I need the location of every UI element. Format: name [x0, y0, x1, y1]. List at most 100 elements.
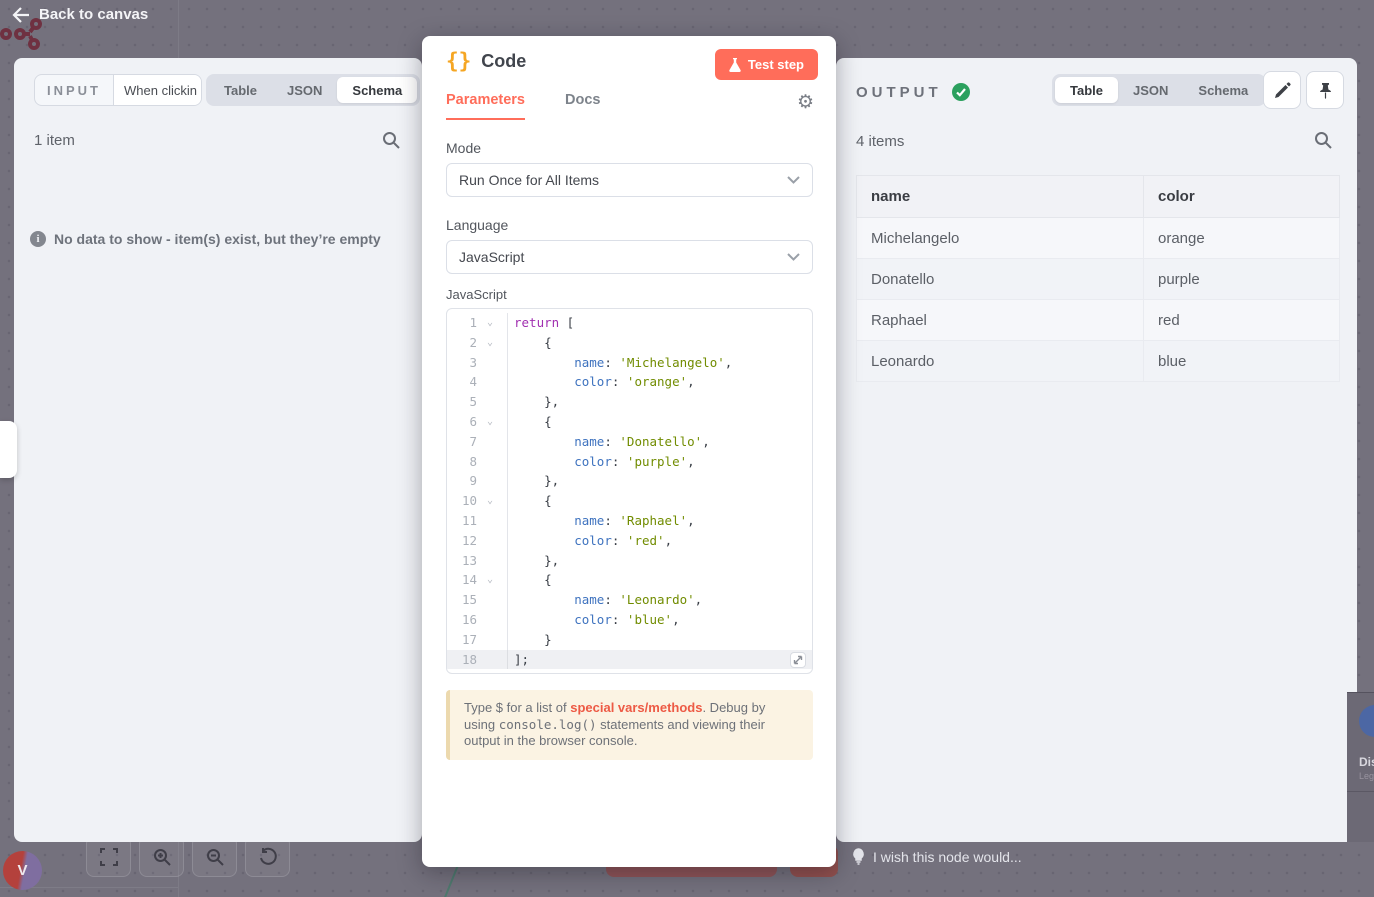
table-header-row: namecolor	[857, 176, 1340, 218]
back-to-canvas-button[interactable]: Back to canvas	[12, 6, 148, 23]
fold-spacer	[477, 432, 503, 452]
language-label: Language	[446, 217, 508, 233]
code-line[interactable]: 14⌄ {	[447, 570, 812, 590]
input-items-count: 1 item	[34, 132, 75, 149]
input-tab-table[interactable]: Table	[209, 77, 272, 103]
table-row: Leonardoblue	[857, 341, 1340, 382]
tab-docs[interactable]: Docs	[565, 92, 600, 120]
code-line[interactable]: 5 },	[447, 392, 812, 412]
modal-tabs: Parameters Docs	[446, 92, 600, 120]
node-title: Code	[481, 51, 526, 72]
code-line[interactable]: 12 color: 'red',	[447, 531, 812, 551]
code-line[interactable]: 3 name: 'Michelangelo',	[447, 353, 812, 373]
code-text: {	[508, 491, 552, 511]
code-text: color: 'purple',	[508, 452, 695, 472]
test-step-button[interactable]: Test step	[715, 49, 818, 80]
code-line[interactable]: 10⌄ {	[447, 491, 812, 511]
code-line[interactable]: 17 }	[447, 630, 812, 650]
dimmed-node-subtitle: Lega	[1359, 771, 1374, 781]
code-text: name: 'Raphael',	[508, 511, 695, 531]
back-to-canvas-label: Back to canvas	[39, 6, 148, 23]
line-number: 9	[447, 471, 477, 491]
code-line[interactable]: 18];	[447, 650, 812, 670]
code-line[interactable]: 6⌄ {	[447, 412, 812, 432]
chevron-down-icon	[787, 253, 800, 261]
line-number: 15	[447, 590, 477, 610]
edit-output-button[interactable]	[1263, 71, 1301, 109]
code-line[interactable]: 1⌄return [	[447, 313, 812, 333]
code-text: return [	[508, 313, 574, 333]
success-check-icon	[952, 83, 970, 101]
fold-chevron-icon[interactable]: ⌄	[477, 491, 503, 511]
fold-chevron-icon[interactable]: ⌄	[477, 570, 503, 590]
hint-code-snippet: console.log()	[499, 717, 597, 732]
input-search-icon[interactable]	[382, 131, 400, 149]
line-number: 16	[447, 610, 477, 630]
table-cell: blue	[1144, 341, 1340, 382]
line-number: 1	[447, 313, 477, 333]
fold-spacer	[477, 452, 503, 472]
output-tab-schema[interactable]: Schema	[1183, 77, 1263, 103]
code-line[interactable]: 15 name: 'Leonardo',	[447, 590, 812, 610]
code-line[interactable]: 9 },	[447, 471, 812, 491]
input-source-node-button[interactable]: When clickin	[113, 75, 201, 105]
chevron-down-icon	[787, 176, 800, 184]
table-row: Raphaelred	[857, 300, 1340, 341]
fold-chevron-icon[interactable]: ⌄	[477, 333, 503, 353]
code-text: {	[508, 570, 552, 590]
editor-resize-handle[interactable]	[790, 652, 806, 668]
fold-chevron-icon[interactable]: ⌄	[477, 412, 503, 432]
output-tab-json[interactable]: JSON	[1118, 77, 1183, 103]
code-line[interactable]: 8 color: 'purple',	[447, 452, 812, 472]
node-feedback-link[interactable]: I wish this node would...	[852, 848, 1022, 865]
tab-parameters[interactable]: Parameters	[446, 92, 525, 120]
code-line[interactable]: 7 name: 'Donatello',	[447, 432, 812, 452]
line-number: 13	[447, 551, 477, 571]
line-number: 18	[447, 650, 477, 670]
code-text: color: 'orange',	[508, 372, 695, 392]
zoom-out-button[interactable]	[192, 836, 237, 877]
code-editor[interactable]: 1⌄return [2⌄ {3 name: 'Michelangelo',4 c…	[446, 308, 813, 674]
reset-zoom-button[interactable]	[245, 836, 290, 877]
mode-select[interactable]: Run Once for All Items	[446, 163, 813, 197]
wish-text: I wish this node would...	[873, 849, 1022, 865]
input-tab-schema[interactable]: Schema	[337, 77, 417, 103]
table-cell: Donatello	[857, 259, 1144, 300]
test-step-label: Test step	[748, 57, 804, 72]
code-text: color: 'red',	[508, 531, 672, 551]
dimmed-node-icon	[1359, 705, 1374, 737]
dimmed-node-sliver: Dis Lega	[1347, 692, 1374, 842]
zoom-in-button[interactable]	[139, 836, 184, 877]
panel-drag-handle[interactable]	[0, 421, 17, 478]
code-line[interactable]: 4 color: 'orange',	[447, 372, 812, 392]
code-line[interactable]: 11 name: 'Raphael',	[447, 511, 812, 531]
fold-chevron-icon[interactable]: ⌄	[477, 313, 503, 333]
output-search-icon[interactable]	[1314, 131, 1332, 149]
user-avatar[interactable]: V	[3, 851, 42, 890]
code-text: },	[508, 471, 559, 491]
code-text: name: 'Donatello',	[508, 432, 710, 452]
code-line[interactable]: 13 },	[447, 551, 812, 571]
pin-output-button[interactable]	[1306, 71, 1344, 109]
table-cell: orange	[1144, 218, 1340, 259]
table-cell: purple	[1144, 259, 1340, 300]
table-cell: red	[1144, 300, 1340, 341]
code-text: }	[508, 630, 552, 650]
code-line[interactable]: 16 color: 'blue',	[447, 610, 812, 630]
lightbulb-icon	[852, 848, 865, 865]
fold-spacer	[477, 471, 503, 491]
code-text: {	[508, 333, 552, 353]
code-text: color: 'blue',	[508, 610, 680, 630]
input-empty-message: No data to show - item(s) exist, but the…	[54, 231, 381, 247]
zoom-to-fit-button[interactable]	[86, 836, 131, 877]
input-tab-json[interactable]: JSON	[272, 77, 337, 103]
gear-icon[interactable]: ⚙	[797, 93, 814, 112]
fold-spacer	[477, 610, 503, 630]
fold-spacer	[477, 630, 503, 650]
code-line[interactable]: 2⌄ {	[447, 333, 812, 353]
mode-label: Mode	[446, 140, 481, 156]
special-vars-link[interactable]: special vars/methods	[570, 700, 702, 715]
output-tab-table[interactable]: Table	[1055, 77, 1118, 103]
language-select[interactable]: JavaScript	[446, 240, 813, 274]
line-number: 11	[447, 511, 477, 531]
